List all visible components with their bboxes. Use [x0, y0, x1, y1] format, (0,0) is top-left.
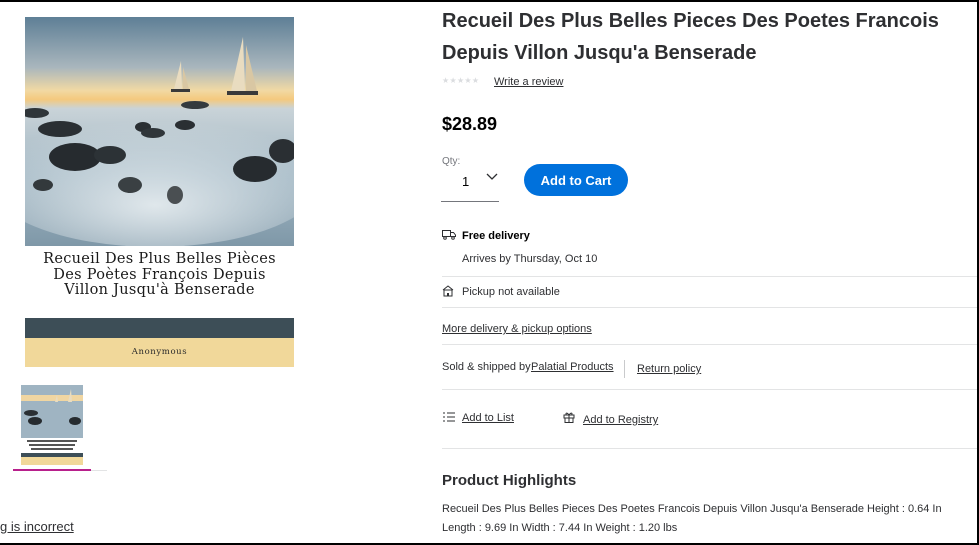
divider — [442, 448, 979, 449]
product-main-image[interactable]: Recueil Des Plus Belles Pièces Des Poète… — [25, 17, 294, 367]
more-delivery-options-link[interactable]: More delivery & pickup options — [442, 323, 592, 335]
quantity-value: 1 — [462, 174, 470, 189]
thumbnail-selected-indicator — [13, 469, 91, 471]
add-to-registry-link[interactable]: Add to Registry — [583, 414, 658, 426]
store-icon — [442, 285, 454, 297]
free-delivery-label: Free delivery — [462, 230, 530, 242]
list-icon — [443, 412, 455, 422]
cover-title-line: Villon Jusqu'à Benserade — [64, 282, 255, 298]
divider — [442, 344, 979, 345]
quantity-select[interactable]: 1 — [441, 168, 499, 202]
cover-dark-band — [25, 318, 294, 338]
cover-title-line: Recueil Des Plus Belles Pièces — [43, 251, 276, 267]
divider — [91, 470, 107, 471]
chevron-down-icon — [486, 173, 498, 180]
rating-stars: ★★★★★ — [442, 76, 480, 85]
truck-icon — [442, 230, 456, 240]
arrival-date: Arrives by Thursday, Oct 10 — [462, 253, 598, 265]
quantity-label: Qty: — [442, 156, 461, 167]
gift-icon — [563, 412, 575, 423]
divider — [442, 389, 979, 390]
cover-author: Anonymous — [131, 347, 188, 357]
thumbnail-image — [21, 385, 83, 465]
vertical-divider — [624, 360, 625, 378]
product-thumbnail[interactable] — [21, 385, 83, 465]
cover-title-line: Des Poètes François Depuis — [53, 266, 266, 283]
pickup-status: Pickup not available — [462, 286, 560, 298]
cover-photo — [25, 17, 294, 246]
product-title: Recueil Des Plus Belles Pieces Des Poete… — [442, 10, 939, 64]
divider — [442, 276, 979, 277]
divider — [442, 307, 979, 308]
seller-link[interactable]: Palatial Products — [531, 361, 614, 373]
product-highlights-text: Recueil Des Plus Belles Pieces Des Poete… — [442, 503, 942, 534]
cover-title-band: Recueil Des Plus Belles Pièces Des Poète… — [25, 246, 294, 318]
cover-author-band: Anonymous — [25, 338, 294, 367]
product-price: $28.89 — [442, 114, 498, 134]
add-to-cart-button[interactable]: Add to Cart — [524, 164, 628, 196]
product-highlights-heading: Product Highlights — [442, 472, 577, 489]
write-review-link[interactable]: Write a review — [494, 76, 563, 88]
return-policy-link[interactable]: Return policy — [637, 363, 701, 375]
sold-by-label: Sold & shipped by — [442, 361, 531, 373]
report-incorrect-link[interactable]: g is incorrect — [0, 519, 74, 534]
add-to-list-link[interactable]: Add to List — [462, 412, 514, 424]
